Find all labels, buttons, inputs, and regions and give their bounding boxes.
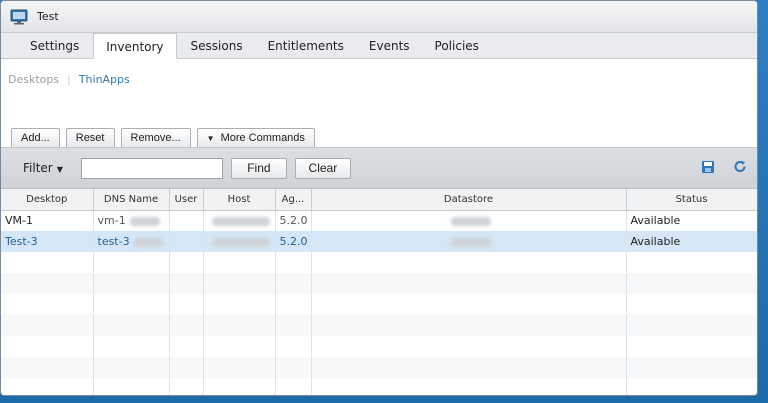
refresh-icon[interactable] bbox=[733, 160, 747, 174]
grid-toolbar-icons bbox=[701, 160, 747, 174]
tab-settings[interactable]: Settings bbox=[19, 35, 90, 58]
filter-input[interactable] bbox=[80, 157, 223, 179]
clear-button[interactable]: Clear bbox=[294, 157, 351, 179]
redacted-dns-suffix bbox=[133, 237, 164, 247]
dns-name-cell: vm-1 bbox=[93, 210, 170, 231]
tab-inventory[interactable]: Inventory bbox=[93, 33, 177, 59]
column-header-dns-name[interactable]: DNS Name bbox=[93, 189, 170, 211]
tab-events[interactable]: Events bbox=[358, 35, 421, 58]
subnav-thinapps[interactable]: ThinApps bbox=[79, 73, 130, 86]
table-row[interactable]: Test-3 test-3 5.2.0 Available bbox=[1, 231, 757, 252]
remove-button[interactable]: Remove... bbox=[120, 127, 191, 149]
window-title: Test bbox=[37, 10, 59, 23]
more-commands-label: More Commands bbox=[220, 132, 305, 144]
redacted-host bbox=[211, 237, 270, 247]
dns-name-text: test-3 bbox=[97, 235, 130, 248]
column-header-desktop[interactable]: Desktop bbox=[1, 189, 94, 211]
table-row[interactable]: VM-1 vm-1 5.2.0 Available bbox=[1, 210, 757, 231]
dns-name-cell: test-3 bbox=[93, 231, 170, 252]
inventory-subnav: Desktops | ThinApps bbox=[1, 59, 757, 99]
empty-row bbox=[1, 252, 757, 273]
caret-down-icon: ▼ bbox=[206, 133, 215, 143]
title-bar: Test bbox=[1, 1, 757, 33]
desktop-pool-icon bbox=[10, 9, 28, 24]
filter-label: Filter bbox=[23, 161, 53, 175]
column-header-datastore[interactable]: Datastore bbox=[311, 189, 627, 211]
table-header-row: Desktop DNS Name User Host Ag... Datasto… bbox=[1, 189, 757, 211]
more-commands-button[interactable]: ▼ More Commands bbox=[196, 127, 315, 149]
status-cell: Available bbox=[626, 231, 757, 252]
desktop-grid: Desktop DNS Name User Host Ag... Datasto… bbox=[1, 189, 757, 395]
column-header-user[interactable]: User bbox=[169, 189, 204, 211]
column-header-status[interactable]: Status bbox=[626, 189, 757, 211]
redacted-datastore bbox=[450, 216, 491, 226]
host-cell bbox=[203, 210, 276, 231]
inventory-window: Test Settings Inventory Sessions Entitle… bbox=[0, 0, 758, 396]
host-cell bbox=[203, 231, 276, 252]
subnav-separator: | bbox=[67, 72, 71, 86]
desktop-cell: Test-3 bbox=[1, 231, 94, 252]
tab-bar: Settings Inventory Sessions Entitlements… bbox=[1, 33, 757, 59]
column-header-host[interactable]: Host bbox=[203, 189, 276, 211]
save-icon[interactable] bbox=[701, 160, 715, 174]
status-cell: Available bbox=[626, 210, 757, 231]
column-header-agent[interactable]: Ag... bbox=[275, 189, 312, 211]
find-button[interactable]: Find bbox=[230, 157, 287, 179]
agent-version-cell: 5.2.0 bbox=[275, 210, 312, 231]
subnav-desktops[interactable]: Desktops bbox=[8, 73, 59, 86]
redacted-dns-suffix bbox=[129, 216, 160, 226]
empty-row bbox=[1, 357, 757, 378]
user-cell bbox=[169, 210, 204, 231]
empty-row bbox=[1, 273, 757, 294]
add-button[interactable]: Add... bbox=[11, 127, 60, 149]
redacted-datastore bbox=[450, 237, 491, 247]
desktop-cell: VM-1 bbox=[1, 210, 94, 231]
desktop-table: Desktop DNS Name User Host Ag... Datasto… bbox=[1, 189, 757, 395]
datastore-cell bbox=[311, 231, 627, 252]
redacted-host bbox=[211, 216, 270, 226]
tab-entitlements[interactable]: Entitlements bbox=[257, 35, 355, 58]
tab-sessions[interactable]: Sessions bbox=[180, 35, 254, 58]
tab-policies[interactable]: Policies bbox=[424, 35, 490, 58]
caret-down-icon: ▼ bbox=[56, 165, 63, 174]
agent-version-cell: 5.2.0 bbox=[275, 231, 312, 252]
empty-row bbox=[1, 294, 757, 315]
dns-name-text: vm-1 bbox=[97, 214, 126, 228]
empty-row bbox=[1, 378, 757, 395]
filter-bar: Filter ▼ Find Clear bbox=[1, 147, 757, 189]
user-cell bbox=[169, 231, 204, 252]
empty-row bbox=[1, 336, 757, 357]
datastore-cell bbox=[311, 210, 627, 231]
filter-dropdown[interactable]: Filter ▼ bbox=[23, 161, 63, 175]
reset-button[interactable]: Reset bbox=[65, 127, 115, 149]
empty-row bbox=[1, 315, 757, 336]
